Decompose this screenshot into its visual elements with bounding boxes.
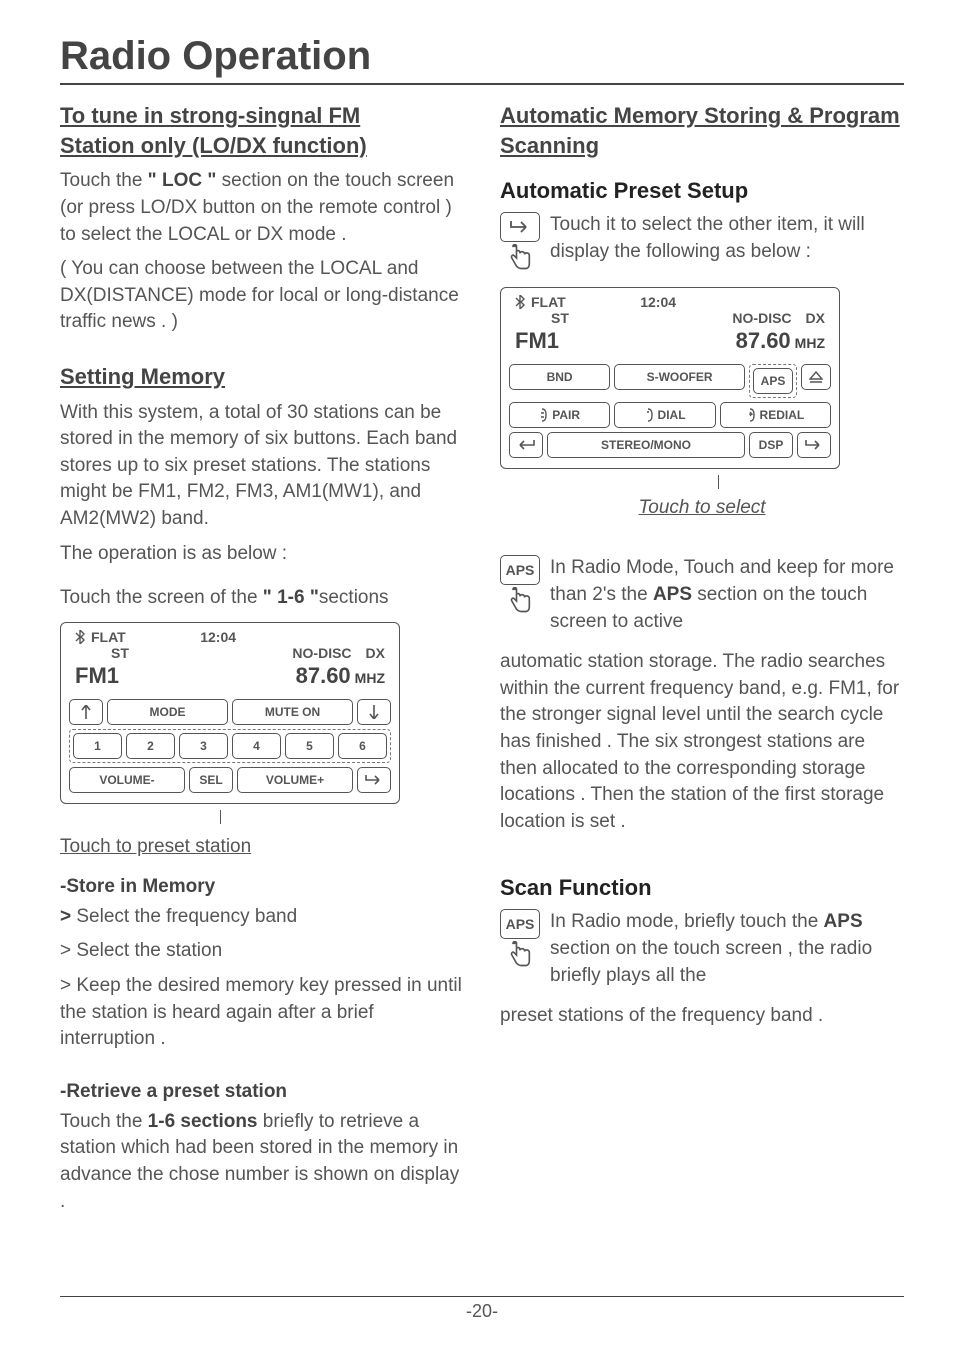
aps-group: APS: [749, 364, 797, 398]
retrieve-para: Touch the 1-6 sections briefly to retrie…: [60, 1109, 464, 1215]
bluetooth-icon: [515, 295, 525, 309]
preset-1-button[interactable]: 1: [73, 733, 122, 759]
nodisc-label: NO-DISC: [292, 645, 351, 661]
preset-6-button[interactable]: 6: [338, 733, 387, 759]
aps-bold: APS: [653, 584, 692, 605]
scan-para1: In Radio mode, briefly touch the APS sec…: [550, 909, 904, 989]
aps-icon[interactable]: APS: [500, 555, 540, 585]
nodisc-label: NO-DISC: [732, 310, 791, 326]
store-subheading: -Store in Memory: [60, 876, 464, 898]
band-label: FM1: [75, 663, 119, 689]
enter-button[interactable]: [509, 432, 543, 458]
mode-button[interactable]: MODE: [107, 699, 228, 725]
caption-preset: Touch to preset station: [60, 836, 464, 858]
store-step2: > Select the station: [60, 938, 464, 965]
st-label: ST: [111, 645, 129, 661]
heading-lodx-line2: Station only (LO/DX function): [60, 133, 367, 158]
volume-down-button[interactable]: VOLUME-: [69, 767, 185, 793]
eject-button[interactable]: [801, 364, 831, 390]
retrieve-subheading: -Retrieve a preset station: [60, 1081, 464, 1103]
preset-2-button[interactable]: 2: [126, 733, 175, 759]
seek-down-button[interactable]: [69, 699, 103, 725]
scan-para2: preset stations of the frequency band .: [500, 1003, 904, 1030]
sel-button[interactable]: SEL: [189, 767, 233, 793]
unit-label: MHZ: [355, 670, 385, 686]
stereo-mono-button[interactable]: STEREO/MONO: [547, 432, 745, 458]
mute-on-button[interactable]: MUTE ON: [232, 699, 353, 725]
pointer-line: [220, 810, 221, 824]
left-column: To tune in strong-singnal FM Station onl…: [60, 101, 464, 1223]
dsp-button[interactable]: DSP: [749, 432, 793, 458]
bnd-button[interactable]: BND: [509, 364, 610, 390]
preset-group: 1 2 3 4 5 6: [69, 729, 391, 763]
next-page-button[interactable]: [797, 432, 831, 458]
hand-pointer-icon: [506, 244, 534, 277]
caption-touch-select: Touch to select: [500, 497, 904, 519]
time-label: 12:04: [200, 629, 236, 645]
one-six-sections-bold: 1-6 sections: [148, 1111, 258, 1132]
memory-para3: Touch the screen of the " 1-6 "sections: [60, 585, 464, 612]
aps-button[interactable]: APS: [753, 368, 793, 394]
next-page-icon[interactable]: [500, 212, 540, 242]
st-label: ST: [551, 310, 569, 326]
aps-para2: automatic station storage. The radio sea…: [500, 649, 904, 835]
aps-icon[interactable]: APS: [500, 909, 540, 939]
heading-setting-memory: Setting Memory: [60, 362, 464, 392]
heading-lodx-line1: To tune in strong-singnal FM: [60, 103, 360, 128]
heading-lodx: To tune in strong-singnal FM Station onl…: [60, 101, 464, 160]
memory-para2: The operation is as below :: [60, 541, 464, 568]
flat-label: FLAT: [531, 294, 566, 310]
seek-up-button[interactable]: [357, 699, 391, 725]
preset-4-button[interactable]: 4: [232, 733, 281, 759]
right-column: Automatic Memory Storing & Program Scann…: [500, 101, 904, 1223]
radio-panel-presets: FLAT 12:04 ST NO-DISC DX FM1 87.60 MHZ M…: [60, 622, 400, 804]
page-title: Radio Operation: [60, 34, 904, 85]
swoofer-button[interactable]: S-WOOFER: [614, 364, 745, 390]
radio-panel-options: FLAT 12:04 ST NO-DISC DX FM1 87.60 MHZ B…: [500, 287, 840, 469]
lodx-para2: ( You can choose between the LOCAL and D…: [60, 256, 464, 336]
one-six-bold: " 1-6 ": [263, 587, 319, 608]
page-number: -20-: [60, 1296, 904, 1322]
redial-button[interactable]: REDIAL: [720, 402, 831, 428]
time-label: 12:04: [640, 294, 676, 310]
aps-bold: APS: [824, 911, 863, 932]
unit-label: MHZ: [795, 335, 825, 351]
store-step3: > Keep the desired memory key pressed in…: [60, 973, 464, 1053]
loc-bold: " LOC ": [148, 170, 217, 191]
auto-preset-intro: Touch it to select the other item, it wi…: [550, 212, 904, 265]
dx-label: DX: [806, 310, 825, 326]
heading-auto-memory: Automatic Memory Storing & Program Scann…: [500, 101, 904, 160]
hand-pointer-icon: [506, 587, 534, 620]
pointer-line: [718, 475, 719, 489]
heading-scan-function: Scan Function: [500, 875, 904, 901]
memory-para1: With this system, a total of 30 stations…: [60, 400, 464, 533]
dx-label: DX: [366, 645, 385, 661]
volume-up-button[interactable]: VOLUME+: [237, 767, 353, 793]
pair-button[interactable]: PAIR: [509, 402, 610, 428]
dial-button[interactable]: DIAL: [614, 402, 715, 428]
flat-label: FLAT: [91, 629, 126, 645]
freq-label: 87.60: [736, 328, 791, 354]
band-label: FM1: [515, 328, 559, 354]
freq-label: 87.60: [296, 663, 351, 689]
store-step1: >> Select the frequency band Select the …: [60, 904, 464, 931]
aps-para1: In Radio Mode, Touch and keep for more t…: [550, 555, 904, 635]
lodx-para1: Touch the " LOC " section on the touch s…: [60, 168, 464, 248]
hand-pointer-icon: [506, 941, 534, 974]
next-page-button[interactable]: [357, 767, 391, 793]
heading-auto-preset: Automatic Preset Setup: [500, 178, 904, 204]
bluetooth-icon: [75, 630, 85, 644]
preset-5-button[interactable]: 5: [285, 733, 334, 759]
preset-3-button[interactable]: 3: [179, 733, 228, 759]
